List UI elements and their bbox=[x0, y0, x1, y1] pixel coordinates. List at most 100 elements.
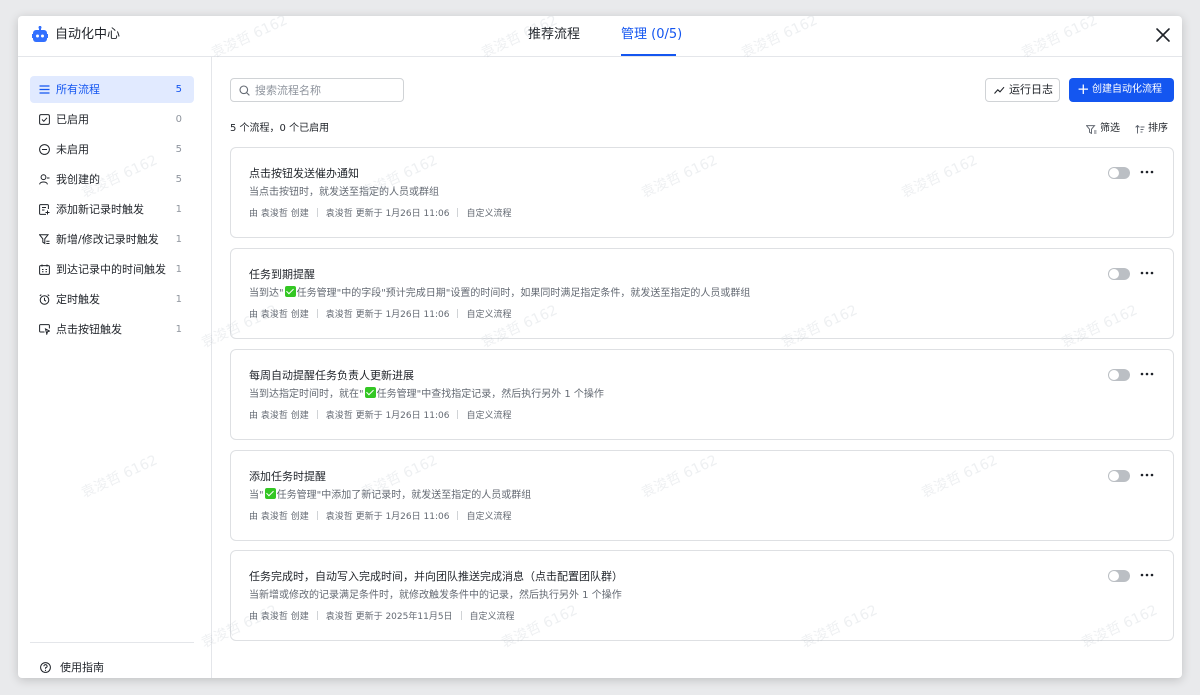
sidebar-item-enabled[interactable]: 已启用 0 bbox=[30, 106, 194, 133]
flow-creator: 由 袁浚哲 创建 bbox=[249, 209, 309, 219]
flow-meta: 由 袁浚哲 创建 袁浚哲 更新于 1月26日 11:06 自定义流程 bbox=[249, 410, 511, 423]
sidebar-item-label: 点击按钮触发 bbox=[56, 323, 122, 336]
flow-card[interactable]: 任务到期提醒当到达" 任务管理"中的字段"预计完成日期"设置的时间时，如果同时满足… bbox=[230, 248, 1174, 339]
sidebar-item-disabled[interactable]: 未启用 5 bbox=[30, 136, 194, 163]
close-icon[interactable] bbox=[1154, 26, 1172, 44]
search-input[interactable] bbox=[255, 82, 395, 98]
trend-chart-icon bbox=[994, 86, 1005, 94]
flow-creator: 由 袁浚哲 创建 bbox=[249, 512, 309, 522]
plus-icon: + bbox=[1077, 80, 1090, 98]
search-icon bbox=[239, 85, 250, 96]
add-record-icon bbox=[39, 204, 50, 215]
sidebar-item-count: 1 bbox=[175, 294, 182, 305]
meta-divider bbox=[457, 309, 459, 318]
flow-meta: 由 袁浚哲 创建 袁浚哲 更新于 1月26日 11:06 自定义流程 bbox=[249, 208, 511, 221]
flow-enable-toggle[interactable] bbox=[1108, 470, 1130, 482]
active-tab-indicator bbox=[621, 54, 676, 56]
flow-description: 当新增或修改的记录满足条件时，就修改触发条件中的记录，然后执行另外 1 个操作 bbox=[249, 588, 622, 603]
create-flow-button[interactable]: + 创建自动化流程 bbox=[1069, 78, 1174, 102]
run-log-label: 运行日志 bbox=[1009, 83, 1053, 96]
filter-label: 筛选 bbox=[1100, 123, 1120, 134]
flow-type: 自定义流程 bbox=[466, 512, 512, 522]
sidebar-item-label: 未启用 bbox=[56, 143, 89, 156]
sidebar-item-label: 到达记录中的时间触发 bbox=[56, 263, 166, 276]
run-log-button[interactable]: 运行日志 bbox=[985, 78, 1060, 102]
sidebar-item-count: 5 bbox=[175, 144, 182, 155]
filter-icon bbox=[1086, 125, 1097, 134]
sidebar-item-on-button-click[interactable]: 点击按钮触发 1 bbox=[30, 316, 194, 343]
meta-divider bbox=[457, 208, 459, 217]
flow-title: 点击按钮发送催办通知 bbox=[249, 167, 359, 180]
more-options-icon[interactable] bbox=[1139, 164, 1155, 180]
more-options-icon[interactable] bbox=[1139, 467, 1155, 483]
user-guide-label: 使用指南 bbox=[60, 661, 104, 674]
flow-creator: 由 袁浚哲 创建 bbox=[249, 612, 309, 622]
meta-divider bbox=[316, 611, 318, 620]
sidebar: 所有流程 5 已启用 0 未启用 5 我创建的 5 添加新记录时触发 1 新增/… bbox=[18, 57, 212, 678]
button-click-icon bbox=[39, 324, 50, 335]
sidebar-item-on-record-time[interactable]: 到达记录中的时间触发 1 bbox=[30, 256, 194, 283]
flow-card[interactable]: 点击按钮发送催办通知当点击按钮时，就发送至指定的人员或群组由 袁浚哲 创建 袁浚哲… bbox=[230, 147, 1174, 238]
sidebar-item-label: 新增/修改记录时触发 bbox=[56, 233, 159, 246]
flow-description-text: 当点击按钮时，就发送至指定的人员或群组 bbox=[249, 187, 439, 198]
flow-description: 当到达指定时间时，就在" 任务管理"中查找指定记录，然后执行另外 1 个操作 bbox=[249, 387, 604, 402]
sidebar-item-count: 0 bbox=[175, 114, 182, 125]
sidebar-item-created-by-me[interactable]: 我创建的 5 bbox=[30, 166, 194, 193]
flow-enable-toggle[interactable] bbox=[1108, 369, 1130, 381]
search-box[interactable] bbox=[230, 78, 404, 102]
flow-type: 自定义流程 bbox=[466, 209, 512, 219]
sidebar-item-label: 所有流程 bbox=[56, 83, 100, 96]
flow-title: 每周自动提醒任务负责人更新进展 bbox=[249, 369, 414, 382]
sidebar-item-scheduled[interactable]: 定时触发 1 bbox=[30, 286, 194, 313]
flow-enable-toggle[interactable] bbox=[1108, 167, 1130, 179]
flow-enable-toggle[interactable] bbox=[1108, 570, 1130, 582]
sidebar-item-label: 我创建的 bbox=[56, 173, 100, 186]
sort-icon bbox=[1135, 125, 1145, 134]
flow-meta: 由 袁浚哲 创建 袁浚哲 更新于 1月26日 11:06 自定义流程 bbox=[249, 511, 511, 524]
flow-meta: 由 袁浚哲 创建 袁浚哲 更新于 2025年11月5日 自定义流程 bbox=[249, 611, 515, 624]
sidebar-item-count: 5 bbox=[175, 84, 182, 95]
sidebar-item-count: 5 bbox=[175, 174, 182, 185]
flow-card[interactable]: 每周自动提醒任务负责人更新进展当到达指定时间时，就在" 任务管理"中查找指定记录，… bbox=[230, 349, 1174, 440]
flow-type: 自定义流程 bbox=[466, 310, 512, 320]
flow-title: 任务完成时，自动写入完成时间，并向团队推送完成消息（点击配置团队群） bbox=[249, 570, 623, 583]
sidebar-item-count: 1 bbox=[175, 324, 182, 335]
meta-divider bbox=[457, 511, 459, 520]
more-options-icon[interactable] bbox=[1139, 366, 1155, 382]
flow-creator: 由 袁浚哲 创建 bbox=[249, 411, 309, 421]
sort-label: 排序 bbox=[1148, 123, 1168, 134]
sidebar-item-count: 1 bbox=[175, 204, 182, 215]
flow-summary: 5 个流程，0 个已启用 bbox=[230, 123, 330, 134]
sidebar-item-on-add-record[interactable]: 添加新记录时触发 1 bbox=[30, 196, 194, 223]
flow-updated: 袁浚哲 更新于 1月26日 11:06 bbox=[325, 512, 450, 522]
flow-card[interactable]: 添加任务时提醒 当" 任务管理"中添加了新记录时，就发送至指定的人员或群组由 袁浚哲… bbox=[230, 450, 1174, 541]
sidebar-item-on-add-or-modify[interactable]: 新增/修改记录时触发 1 bbox=[30, 226, 194, 253]
flow-type: 自定义流程 bbox=[469, 612, 515, 622]
flow-card[interactable]: 任务完成时，自动写入完成时间，并向团队推送完成消息（点击配置团队群） 当新增或修改… bbox=[230, 550, 1174, 641]
flow-description-text: 任务管理"中查找指定记录，然后执行另外 1 个操作 bbox=[376, 389, 604, 400]
flow-enable-toggle[interactable] bbox=[1108, 268, 1130, 280]
meta-divider bbox=[460, 611, 462, 620]
flow-description: 当到达" 任务管理"中的字段"预计完成日期"设置的时间时，如果同时满足指定条件，就… bbox=[249, 286, 750, 301]
sidebar-item-label: 添加新记录时触发 bbox=[56, 203, 144, 216]
flow-creator: 由 袁浚哲 创建 bbox=[249, 310, 309, 320]
tab-recommended[interactable]: 推荐流程 bbox=[528, 26, 580, 44]
table-check-icon bbox=[364, 387, 376, 398]
calendar-icon bbox=[39, 264, 50, 275]
table-check-icon bbox=[264, 488, 276, 499]
flow-description-text: 当" bbox=[249, 490, 264, 501]
flow-description-text: 任务管理"中添加了新记录时，就发送至指定的人员或群组 bbox=[276, 490, 532, 501]
more-options-icon[interactable] bbox=[1139, 265, 1155, 281]
check-square-icon bbox=[39, 114, 50, 125]
sidebar-item-all-flows[interactable]: 所有流程 5 bbox=[30, 76, 194, 103]
flow-updated: 袁浚哲 更新于 2025年11月5日 bbox=[325, 612, 453, 622]
dialog-header: 自动化中心 推荐流程 管理 (0/5) bbox=[18, 16, 1182, 57]
flow-description-text: 当到达" bbox=[249, 288, 284, 299]
flow-type: 自定义流程 bbox=[466, 411, 512, 421]
flow-title: 任务到期提醒 bbox=[249, 268, 315, 281]
sidebar-item-count: 1 bbox=[175, 264, 182, 275]
tab-manage[interactable]: 管理 (0/5) bbox=[621, 26, 682, 44]
flow-updated: 袁浚哲 更新于 1月26日 11:06 bbox=[325, 209, 450, 219]
sidebar-divider bbox=[30, 642, 194, 643]
more-options-icon[interactable] bbox=[1139, 567, 1155, 583]
